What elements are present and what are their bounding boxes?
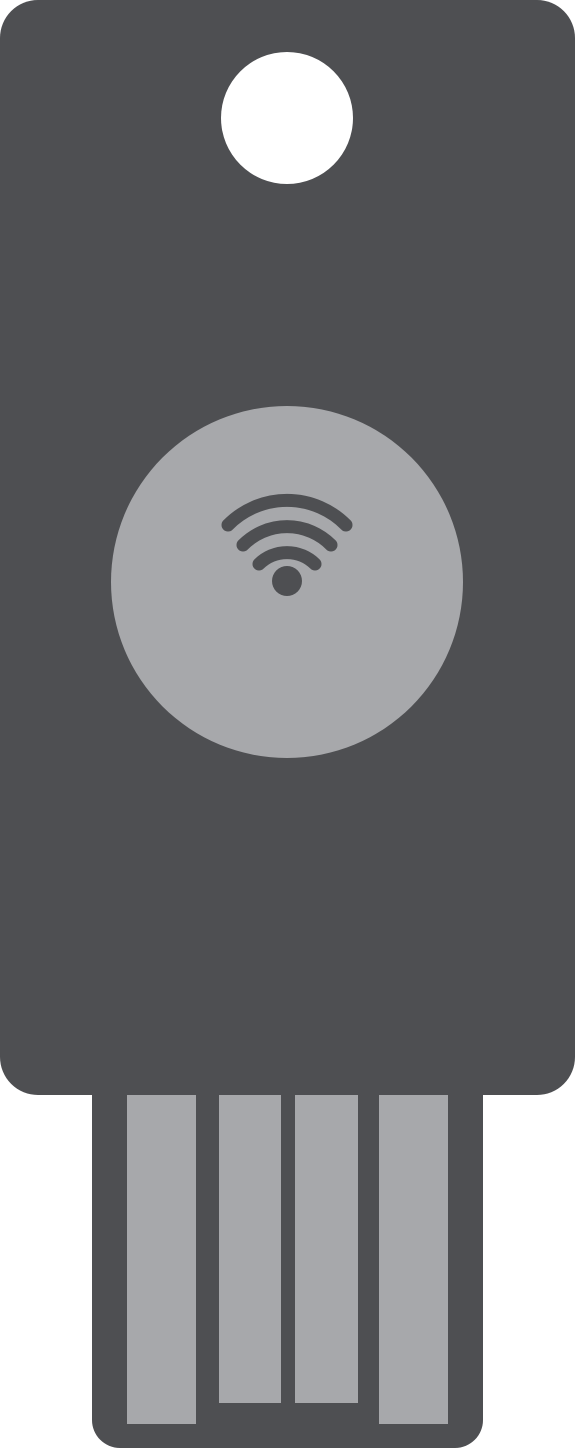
usb-contact xyxy=(295,1095,358,1403)
security-key-icon xyxy=(0,0,575,1448)
security-key-illustration xyxy=(0,0,575,1448)
usb-contact xyxy=(379,1095,448,1424)
nfc-dot xyxy=(272,566,302,596)
usb-contact xyxy=(127,1095,196,1424)
usb-contact xyxy=(219,1095,281,1403)
keyring-hole xyxy=(221,52,353,184)
